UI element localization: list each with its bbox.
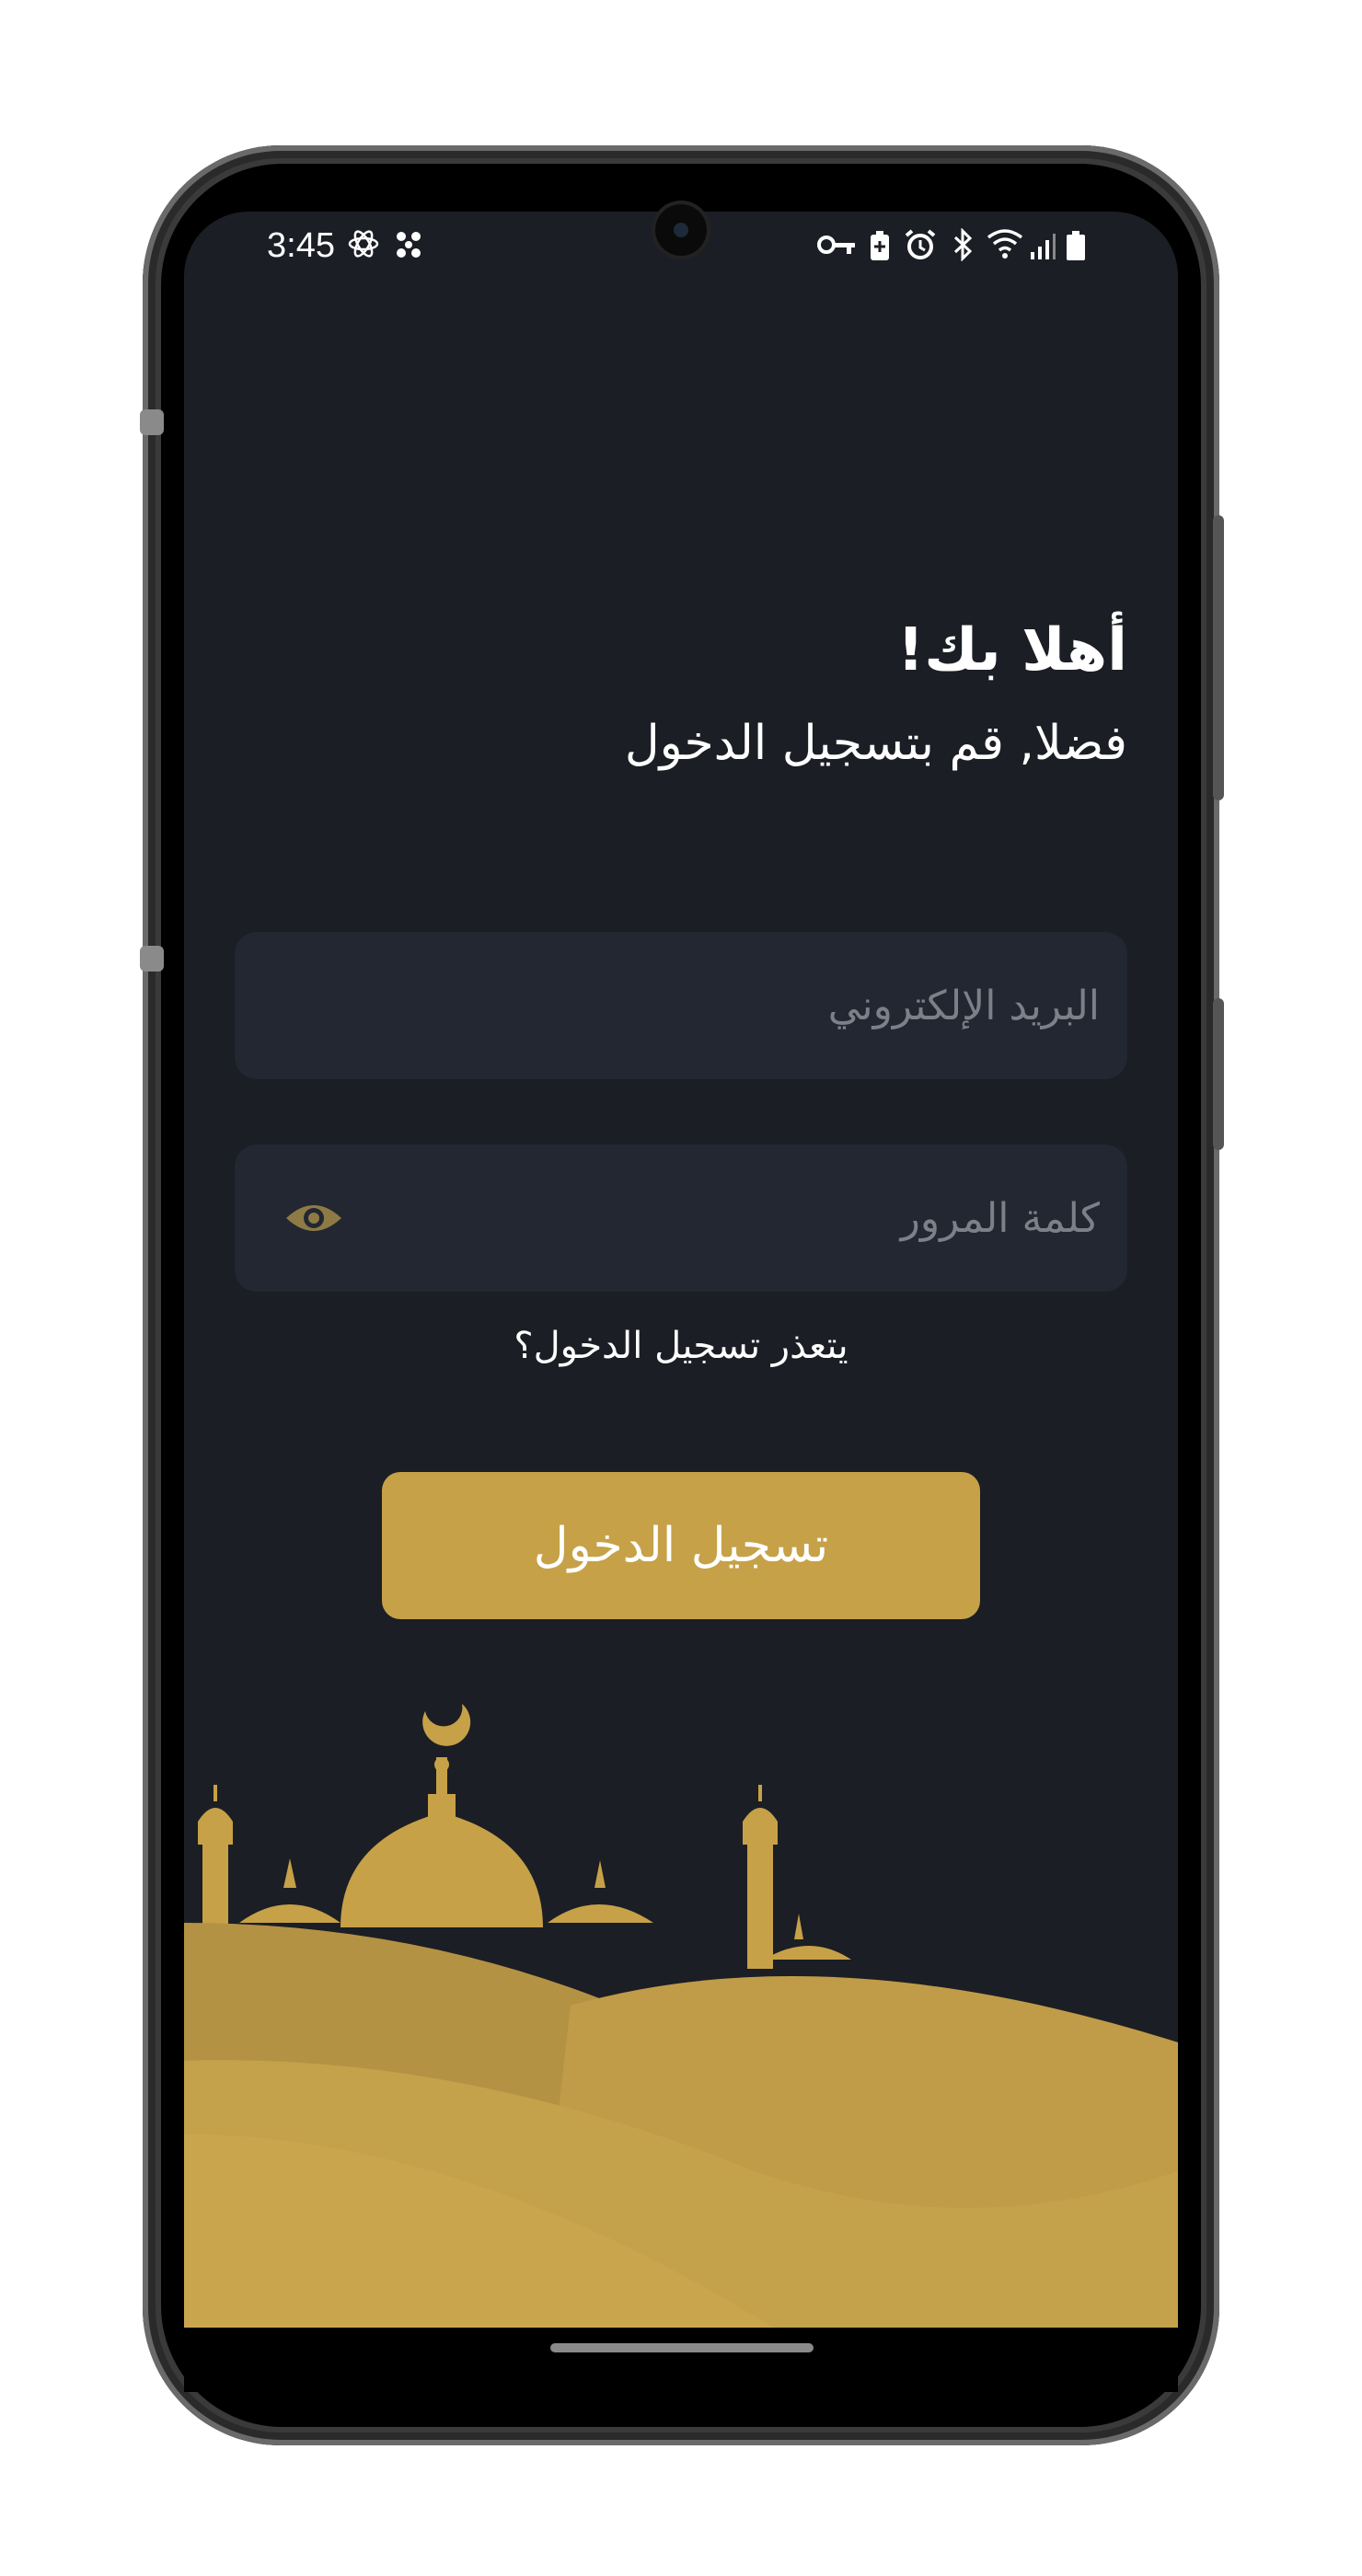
battery-icon [1067,231,1085,260]
left-frame-mark [140,946,164,972]
home-indicator[interactable] [550,2343,814,2352]
bluetooth-icon [953,228,973,261]
email-field[interactable] [260,981,1102,1030]
status-time: 3:45 [267,226,335,265]
cant-login-link[interactable]: يتعذر تسجيل الدخول؟ [0,1325,1362,1367]
login-button[interactable]: تسجيل الدخول [382,1472,980,1619]
battery-saver-icon [871,231,889,260]
login-subtitle: فضلا, قم بتسجيل الدخول [624,716,1127,771]
welcome-title: أهلا بك! [897,616,1127,684]
volume-button [1213,515,1224,800]
power-button [1213,998,1224,1150]
alarm-icon [905,229,936,259]
atom-icon [348,230,379,258]
front-camera [655,204,707,256]
mosque-illustration [184,1704,1178,2328]
left-frame-mark [140,409,164,435]
navigation-bar [184,2328,1178,2392]
email-field-container [235,932,1127,1079]
wifi-icon [987,229,1023,259]
signal-icon [1031,234,1056,259]
password-field-container [235,1144,1127,1292]
vpn-key-icon [817,236,855,254]
eye-icon[interactable] [284,1198,343,1238]
fan-icon [397,232,421,258]
password-field[interactable] [343,1193,1102,1243]
